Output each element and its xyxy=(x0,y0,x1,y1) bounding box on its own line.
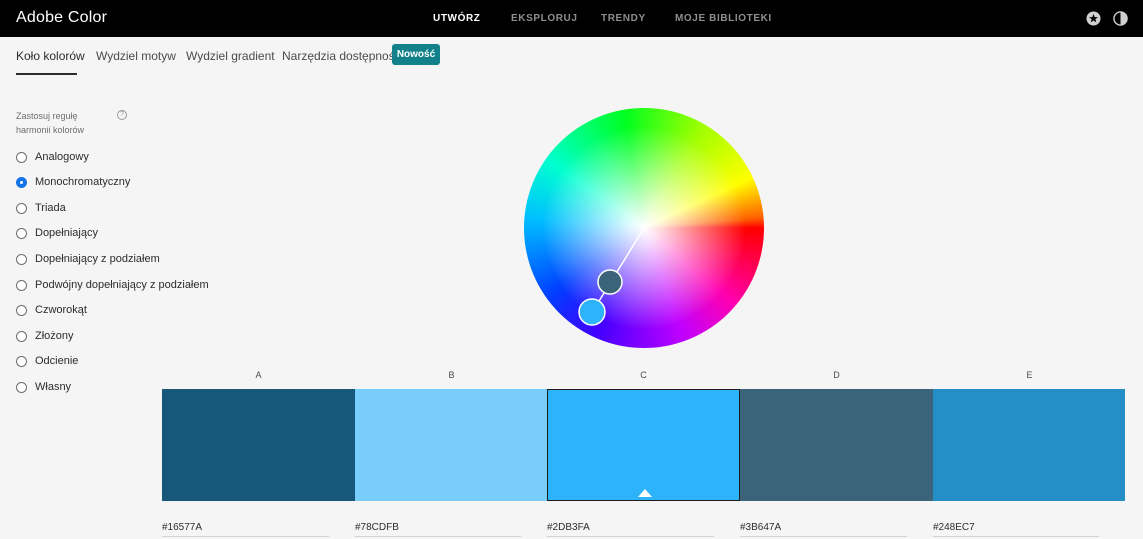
harmony-option-label: Odcienie xyxy=(35,355,79,367)
hex-input-underline xyxy=(547,536,714,537)
radio-button[interactable] xyxy=(16,177,27,188)
help-icon[interactable]: ? xyxy=(117,110,127,120)
hex-input-underline xyxy=(355,536,521,537)
color-swatch[interactable] xyxy=(740,389,933,501)
color-wheel[interactable] xyxy=(524,108,764,348)
wheel-connector-line xyxy=(595,227,645,307)
harmony-option-label: Monochromatyczny xyxy=(35,176,131,188)
radio-button[interactable] xyxy=(16,203,27,214)
radio-button[interactable] xyxy=(16,280,27,291)
swatch-letter: E xyxy=(1026,370,1033,380)
hex-input-underline xyxy=(740,536,907,537)
tab-accessibility-tools[interactable]: Narzędzia dostępności xyxy=(282,49,403,63)
theme-toggle-icon[interactable] xyxy=(1113,11,1128,26)
radio-button[interactable] xyxy=(16,331,27,342)
radio-button[interactable] xyxy=(16,305,27,316)
harmony-option-label: Dopełniający xyxy=(35,227,98,239)
star-icon[interactable] xyxy=(1086,11,1101,26)
hex-input-underline xyxy=(933,536,1099,537)
harmony-option-label: Podwójny dopełniający z podziałem xyxy=(35,279,209,291)
harmony-rule-title: Zastosuj regułę harmonii kolorów xyxy=(16,109,116,137)
hex-value[interactable]: #3B647A xyxy=(740,522,781,533)
harmony-option-label: Triada xyxy=(35,202,66,214)
tab-color-wheel[interactable]: Koło kolorów xyxy=(16,49,85,63)
wheel-handle-d[interactable] xyxy=(597,269,623,295)
new-badge: Nowość xyxy=(392,44,440,65)
radio-button[interactable] xyxy=(16,152,27,163)
nav-explore[interactable]: EKSPLORUJ xyxy=(511,13,578,24)
swatch-letter: B xyxy=(448,370,455,380)
hex-value[interactable]: #2DB3FA xyxy=(547,522,590,533)
harmony-option-label: Złożony xyxy=(35,330,74,342)
swatch-letter: D xyxy=(833,370,840,380)
hex-input-underline xyxy=(162,536,329,537)
nav-trends[interactable]: TRENDY xyxy=(601,13,646,24)
hex-value[interactable]: #78CDFB xyxy=(355,522,399,533)
harmony-option-label: Dopełniający z podziałem xyxy=(35,253,160,265)
harmony-title-line1: Zastosuj regułę xyxy=(16,111,78,121)
harmony-option-label: Czworokąt xyxy=(35,304,87,316)
radio-button[interactable] xyxy=(16,254,27,265)
tab-extract-gradient[interactable]: Wydziel gradient xyxy=(186,49,275,63)
active-tab-indicator xyxy=(16,73,77,75)
color-swatch[interactable] xyxy=(355,389,547,501)
harmony-option-label: Analogowy xyxy=(35,151,89,163)
hex-value[interactable]: #16577A xyxy=(162,522,202,533)
tab-extract-theme[interactable]: Wydziel motyw xyxy=(96,49,176,63)
top-nav: UTWÓRZ EKSPLORUJ TRENDY MOJE BIBLIOTEKI xyxy=(0,0,1143,37)
radio-button[interactable] xyxy=(16,382,27,393)
swatch-letter: A xyxy=(255,370,262,380)
harmony-option-label: Własny xyxy=(35,381,72,393)
color-swatch[interactable] xyxy=(162,389,355,501)
color-swatch[interactable] xyxy=(933,389,1125,501)
wheel-handle-c[interactable] xyxy=(578,298,606,326)
color-swatch[interactable] xyxy=(547,389,740,501)
radio-button[interactable] xyxy=(16,228,27,239)
top-bar: Adobe Color UTWÓRZ EKSPLORUJ TRENDY MOJE… xyxy=(0,0,1143,37)
swatch-letter: C xyxy=(640,370,647,380)
nav-create[interactable]: UTWÓRZ xyxy=(433,13,480,24)
harmony-title-line2: harmonii kolorów xyxy=(16,125,85,135)
hex-value[interactable]: #248EC7 xyxy=(933,522,975,533)
sub-tabs: Koło kolorów Wydziel motyw Wydziel gradi… xyxy=(0,37,1143,76)
radio-button[interactable] xyxy=(16,356,27,367)
color-wheel-handles xyxy=(578,227,645,326)
selected-swatch-caret xyxy=(638,489,652,497)
nav-my-libraries[interactable]: MOJE BIBLIOTEKI xyxy=(675,13,772,24)
